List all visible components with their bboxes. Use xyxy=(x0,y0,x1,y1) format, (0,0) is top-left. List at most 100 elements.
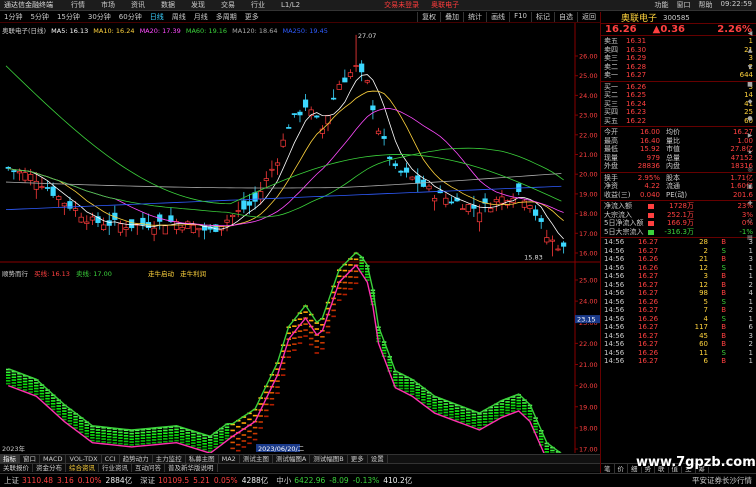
panel-footer-tab[interactable]: 价 xyxy=(615,464,628,473)
sub-bar-segment xyxy=(219,430,224,433)
period-15min[interactable]: 15分钟 xyxy=(53,12,84,22)
sub-bar-segment xyxy=(179,435,185,438)
tick-row[interactable]: 14:56 16.27 60 B 2 xyxy=(601,340,756,349)
sidebar-tool-icon[interactable]: ◀ xyxy=(748,30,753,37)
menu-window[interactable]: 窗口 xyxy=(677,0,691,10)
menu-item-data[interactable]: 数据 xyxy=(153,0,183,10)
tab-vol-tdx[interactable]: VOL-TDX xyxy=(66,455,102,463)
tick-row[interactable]: 14:56 16.26 12 S 1 xyxy=(601,264,756,273)
menu-item-trade[interactable]: 交易 xyxy=(213,0,243,10)
kline-chart[interactable]: 26.00 25.00 24.00 23.00 22.00 21.00 20.00 19.00… xyxy=(0,23,600,453)
tab-ma2[interactable]: MA2 xyxy=(219,455,240,463)
sidebar-tool-icon[interactable]: ★ xyxy=(747,149,752,156)
sidebar-tool-icon[interactable]: ✚ xyxy=(747,200,752,207)
menu-item-discover[interactable]: 发现 xyxy=(183,0,213,10)
tick-row[interactable]: 14:56 16.27 12 B 2 xyxy=(601,281,756,290)
tick-row[interactable]: 14:56 16.26 4 S 1 xyxy=(601,315,756,324)
tick-row[interactable]: 14:56 16.27 6 B 1 xyxy=(601,357,756,366)
tick-row[interactable]: 14:56 16.26 5 S 1 xyxy=(601,298,756,307)
zx-index-label[interactable]: 中小 xyxy=(276,475,291,486)
tab-more[interactable]: 更多 xyxy=(348,455,368,463)
sidebar-tool-icon[interactable]: ▼ xyxy=(748,64,753,71)
menu-item-l1l2[interactable]: L1/L2 xyxy=(273,1,308,9)
menu-item-industry[interactable]: 行业 xyxy=(243,0,273,10)
tab-version-note[interactable]: 普及新华版说明 xyxy=(165,464,218,472)
flow-row: 5日大宗流入 -316.3万 -1% xyxy=(601,228,756,237)
tab-trend-power[interactable]: 趋势动力 xyxy=(120,455,153,463)
tick-row[interactable]: 14:56 16.27 2 S 1 xyxy=(601,247,756,256)
sidebar-tool-icon[interactable]: ■ xyxy=(747,81,753,88)
tick-row[interactable]: 14:56 16.27 7 B 2 xyxy=(601,306,756,315)
period-monthly[interactable]: 月线 xyxy=(190,12,212,22)
btn-draw[interactable]: 画线 xyxy=(486,12,509,22)
sh-index-label[interactable]: 上证 xyxy=(4,475,19,486)
btn-mark[interactable]: 标记 xyxy=(531,12,554,22)
sub-bar-segment xyxy=(482,415,488,418)
sidebar-tool-icon[interactable]: ◎ xyxy=(747,166,752,173)
period-30min[interactable]: 30分钟 xyxy=(84,12,115,22)
tick-row[interactable]: 14:56 16.27 117 B 6 xyxy=(601,323,756,332)
sub-bar-segment xyxy=(264,409,269,412)
chart-area[interactable]: 26.00 25.00 24.00 23.00 22.00 21.00 20.00 19.00… xyxy=(0,23,600,453)
period-1min[interactable]: 1分钟 xyxy=(0,12,26,22)
sidebar-tool-icon[interactable]: ● xyxy=(747,115,752,122)
period-weekly[interactable]: 周线 xyxy=(168,12,190,22)
menu-item-market[interactable]: 行情 xyxy=(63,0,93,10)
tab-cci[interactable]: CCI xyxy=(102,455,120,463)
tick-side: B xyxy=(721,255,726,263)
menu-item-news[interactable]: 资讯 xyxy=(123,0,153,10)
tab-test-b[interactable]: 测试幅图B xyxy=(310,455,348,463)
sidebar-tool-icon[interactable]: ▤ xyxy=(747,234,753,241)
period-5min[interactable]: 5分钟 xyxy=(26,12,52,22)
period-more[interactable]: 更多 xyxy=(241,12,263,22)
btn-adjust[interactable]: 复权 xyxy=(417,12,440,22)
sz-index-label[interactable]: 深证 xyxy=(140,475,155,486)
sub-axis-tick-label: 21.00 xyxy=(579,361,598,369)
tab-macd[interactable]: MACD xyxy=(40,455,67,463)
tick-row[interactable]: 14:56 16.27 45 B 3 xyxy=(601,332,756,341)
tab-private-main[interactable]: 私募主图 xyxy=(186,455,219,463)
btn-watchlist[interactable]: 自选 xyxy=(554,12,577,22)
tab-indicator[interactable]: 指标 xyxy=(0,455,20,463)
btn-f10[interactable]: F10 xyxy=(509,12,531,22)
login-status[interactable]: 交易未登录 xyxy=(378,0,425,10)
sidebar-tool-icon[interactable]: ▶ xyxy=(748,132,753,139)
tab-window[interactable]: 窗口 xyxy=(20,455,40,463)
menu-function[interactable]: 功能 xyxy=(655,0,669,10)
tick-volume: 98 xyxy=(699,289,708,297)
menu-help[interactable]: 帮助 xyxy=(699,0,713,10)
sidebar-tool-icon[interactable]: ▣ xyxy=(747,183,753,190)
tab-main-monitor[interactable]: 主力监控 xyxy=(153,455,186,463)
period-multi[interactable]: 多周期 xyxy=(212,12,241,22)
tick-row[interactable]: 14:56 16.26 11 S 1 xyxy=(601,349,756,358)
btn-back[interactable]: 返回 xyxy=(577,12,600,22)
tab-fund-distribution[interactable]: 资金分布 xyxy=(33,464,66,472)
period-60min[interactable]: 60分钟 xyxy=(115,12,146,22)
tick-row[interactable]: 14:56 16.27 3 B 1 xyxy=(601,272,756,281)
tab-test-a[interactable]: 测试幅图A xyxy=(273,455,311,463)
tab-test-main[interactable]: 测试主图 xyxy=(240,455,273,463)
tick-row[interactable]: 14:56 16.26 21 B 3 xyxy=(601,255,756,264)
tick-row[interactable]: 14:56 16.27 98 B 4 xyxy=(601,289,756,298)
btn-overlay[interactable]: 叠加 xyxy=(440,12,463,22)
tick-row[interactable]: 14:56 16.27 28 B 3 xyxy=(601,238,756,247)
btn-stats[interactable]: 统计 xyxy=(463,12,486,22)
sub-bar-segment xyxy=(56,405,61,407)
tick-list[interactable]: 14:56 16.27 28 B 3 14:56 16.27 2 S 1 14:56 16.26 21 B… xyxy=(601,238,756,366)
tab-related-quotes[interactable]: 关联报价 xyxy=(0,464,33,472)
sub-bar-segment xyxy=(168,431,174,434)
menu-item-markets[interactable]: 市场 xyxy=(93,0,123,10)
sidebar-tool-icon[interactable]: ◆ xyxy=(748,98,753,105)
period-daily[interactable]: 日线 xyxy=(146,12,168,22)
sidebar-tool-icon[interactable]: ▲ xyxy=(748,47,753,54)
sub-bar-segment xyxy=(236,443,241,446)
panel-footer-tab[interactable]: 笔 xyxy=(601,464,615,473)
tick-side: S xyxy=(721,348,726,357)
sub-bar-segment xyxy=(90,437,95,439)
sidebar-tool-icon[interactable]: ◇ xyxy=(748,217,753,224)
tab-settings[interactable]: 设置 xyxy=(368,455,388,463)
tab-qa[interactable]: 互动问答 xyxy=(132,464,165,472)
axis-tick-label: 16.00 xyxy=(579,250,598,258)
tab-industry-news[interactable]: 行业资讯 xyxy=(99,464,132,472)
tab-comprehensive-news[interactable]: 综合资讯 xyxy=(66,464,99,472)
